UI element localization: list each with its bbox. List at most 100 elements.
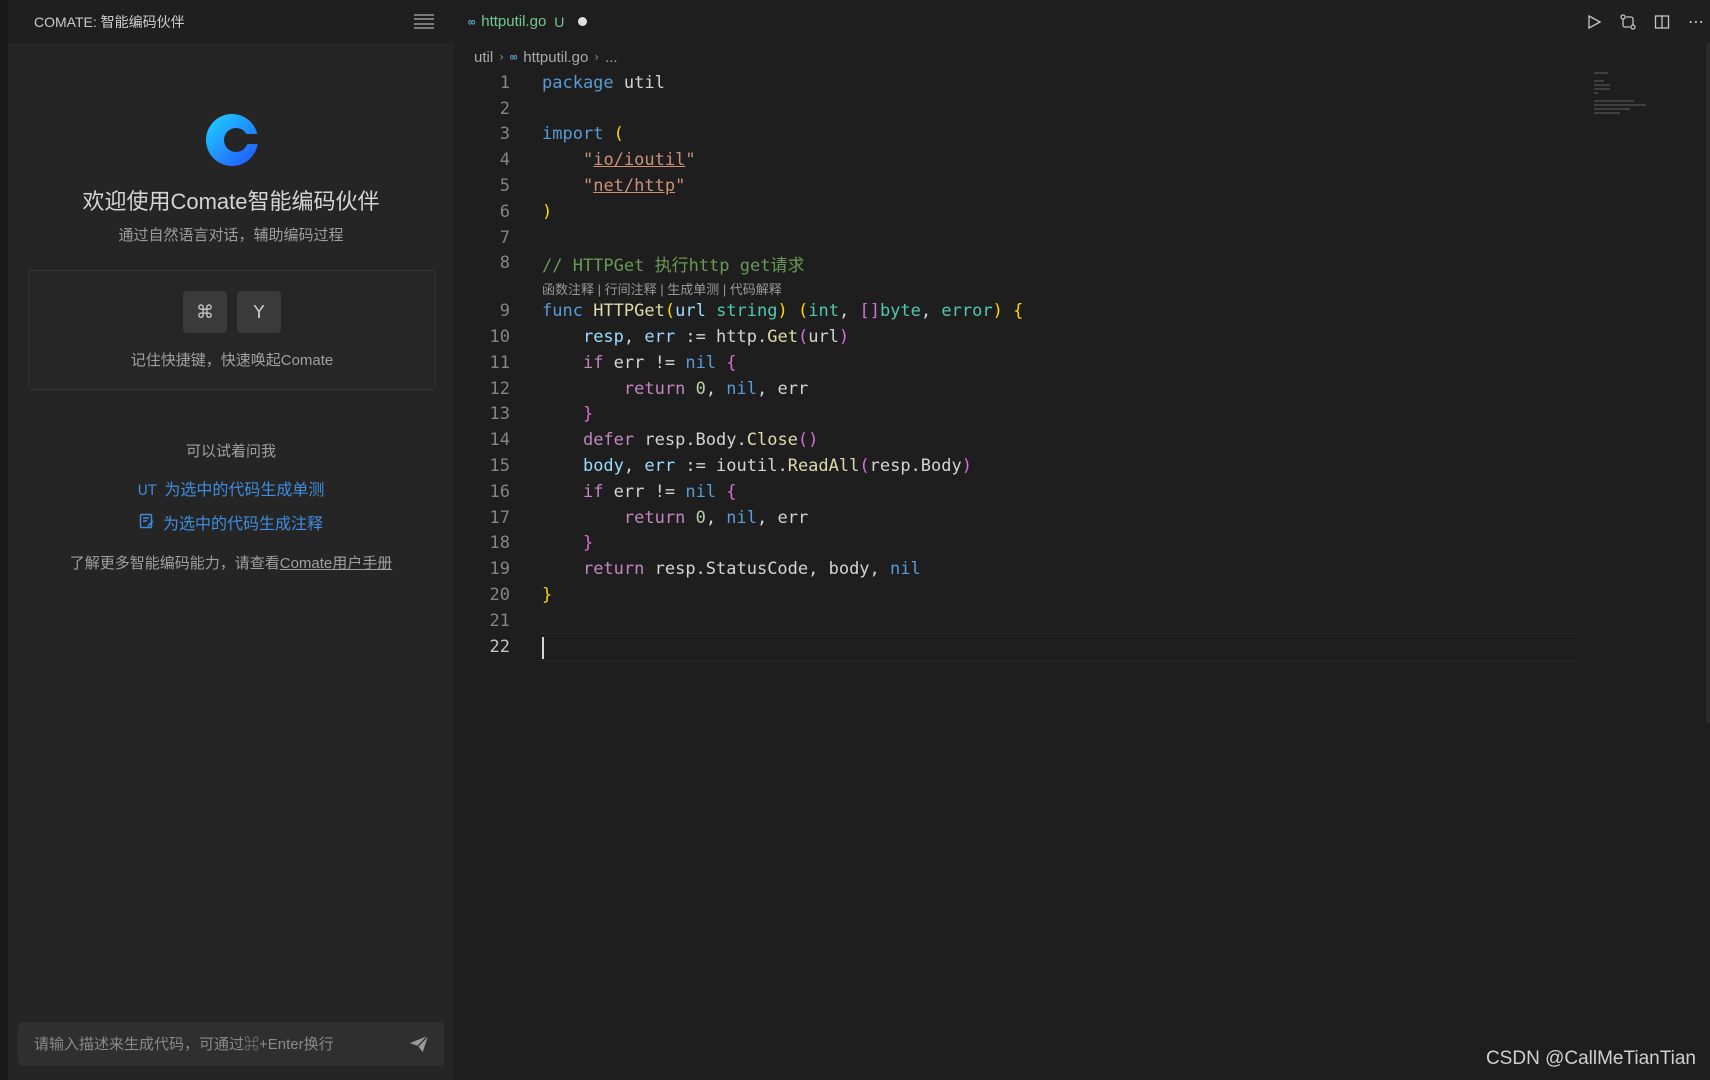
line-number: 8 [499,253,510,274]
vertical-scrollbar[interactable] [1706,43,1710,723]
code-line: 11 if err != nil { [454,350,1710,376]
chat-input[interactable] [32,1034,396,1054]
menu-icon[interactable] [414,13,434,30]
comate-logo-icon [206,114,262,166]
code-line: 1 package util [454,70,1710,96]
comate-sidebar: COMATE: 智能编码伙伴 欢迎使用Comate智能编码伙伴 通过自然语言对话… [8,0,454,1080]
breadcrumb: util › ∞ httputil.go › ... [454,43,1710,71]
code-text: defer resp.Body.Close() [582,430,819,451]
line-number: 6 [499,201,510,222]
editor-actions: ⋯ [1584,0,1706,43]
watermark: CSDN @CallMeTianTian [1485,1048,1696,1069]
welcome-title: 欢迎使用Comate智能编码伙伴 [82,189,380,214]
go-file-icon: ∞ [510,50,518,64]
line-number: 22 [489,636,510,657]
suggestion-generate-comment[interactable]: 为选中的代码生成注释 [8,510,454,534]
line-number: 20 [489,585,510,606]
code-text: package util [542,72,665,93]
send-icon[interactable] [408,1033,430,1055]
line-number: 7 [499,227,510,248]
suggestion-generate-unit-test[interactable]: UT 为选中的代码生成单测 [8,476,454,500]
line-number: 14 [489,430,510,451]
suggestion-label: 为选中的代码生成注释 [162,516,323,533]
code-line: 2 [454,96,1710,122]
current-line-highlight [538,632,1580,661]
learn-more-prefix: 了解更多智能编码能力，请查看 [69,555,280,572]
code-line: 3 import ( [454,122,1710,148]
more-actions-icon[interactable]: ⋯ [1686,12,1706,32]
code-text: "io/ioutil" [582,150,696,171]
codelens-label[interactable]: 函数注释 | 行间注释 | 生成单测 | 代码解释 [542,279,782,298]
command-key: ⌘ [183,291,227,333]
code-text: } [582,404,594,425]
code-line: 7 [454,225,1710,251]
code-text: return resp.StatusCode, body, nil [582,559,921,580]
untracked-status: U [554,13,565,30]
shortcut-hint: 记住快捷键，快速唤起Comate [130,352,334,369]
code-line: 17 return 0, nil, err [454,505,1710,531]
breadcrumb-file[interactable]: httputil.go [523,49,588,66]
unit-test-icon: UT [137,483,157,499]
current-code-line: 22 [454,632,1710,661]
code-line: 16 if err != nil { [454,479,1710,505]
line-number: 12 [489,378,510,399]
code-line: 18 } [454,531,1710,557]
code-editor: ∞ httputil.go U ⋯ util › ∞ httputil.go ›… [454,0,1710,1080]
split-editor-icon[interactable] [1652,12,1672,32]
code-text: resp, err := http.Get(url) [582,327,850,348]
code-area[interactable]: 1 package util 2 3 import ( 4 "io/ioutil" … [454,70,1710,661]
line-number: 18 [489,533,510,554]
activity-bar-edge [0,0,8,1080]
suggestion-label: 为选中的代码生成单测 [164,482,325,499]
go-file-icon: ∞ [468,14,476,29]
code-line: 15 body, err := ioutil.ReadAll(resp.Body… [454,453,1710,479]
shortcut-card: ⌘ Y 记住快捷键，快速唤起Comate [28,270,436,390]
code-line: 20} [454,582,1710,608]
code-text: return 0, nil, err [623,507,809,528]
line-number: 15 [489,456,510,477]
code-line: 6) [454,199,1710,225]
tab-bar: ∞ httputil.go U ⋯ [454,0,1710,43]
code-text: if err != nil { [582,481,737,502]
shortcut-keys: ⌘ Y [29,291,435,333]
sidebar-header: COMATE: 智能编码伙伴 [8,0,454,43]
try-asking-title: 可以试着问我 [185,443,276,460]
line-number: 21 [489,610,510,631]
line-number: 4 [499,150,510,171]
code-line: 14 defer resp.Body.Close() [454,427,1710,453]
code-text: // HTTPGet 执行http get请求 [542,255,805,276]
code-line: 8 // HTTPGet 执行http get请求 [454,251,1710,277]
line-number: 17 [489,507,510,528]
source-control-compare-icon[interactable] [1618,12,1638,32]
code-text: if err != nil { [582,352,737,373]
line-number: 13 [489,404,510,425]
chevron-right-icon: › [594,50,600,64]
tab-label: httputil.go [481,13,547,30]
code-line: 13 } [454,402,1710,428]
unsaved-dot-icon[interactable] [578,17,588,26]
line-number: 1 [499,72,510,93]
line-number: 3 [499,124,510,145]
tab-httputil-go[interactable]: ∞ httputil.go U [454,0,602,43]
code-line: 9 func HTTPGet(url string) (int, []byte, … [454,298,1710,324]
code-text: ) [542,201,553,222]
line-number: 9 [499,301,510,322]
comment-icon [139,513,155,533]
sidebar-title: COMATE: 智能编码伙伴 [34,13,185,30]
code-line: 19 return resp.StatusCode, body, nil [454,556,1710,582]
user-manual-link[interactable]: Comate用户手册 [280,555,393,572]
code-line: 10 resp, err := http.Get(url) [454,324,1710,350]
run-icon[interactable] [1584,12,1604,32]
code-text: } [582,533,594,554]
breadcrumb-symbol[interactable]: ... [605,49,618,66]
code-line: 4 "io/ioutil" [454,147,1710,173]
chevron-right-icon: › [499,50,504,64]
minimap[interactable] [1594,72,1650,120]
code-text: } [542,585,553,606]
line-number: 19 [489,559,510,580]
line-number: 16 [489,481,510,502]
breadcrumb-folder[interactable]: util [474,49,493,66]
code-text: body, err := ioutil.ReadAll(resp.Body) [582,456,972,477]
codelens-actions[interactable]: 函数注释 | 行间注释 | 生成单测 | 代码解释 [454,276,1710,298]
code-text: "net/http" [582,176,686,197]
